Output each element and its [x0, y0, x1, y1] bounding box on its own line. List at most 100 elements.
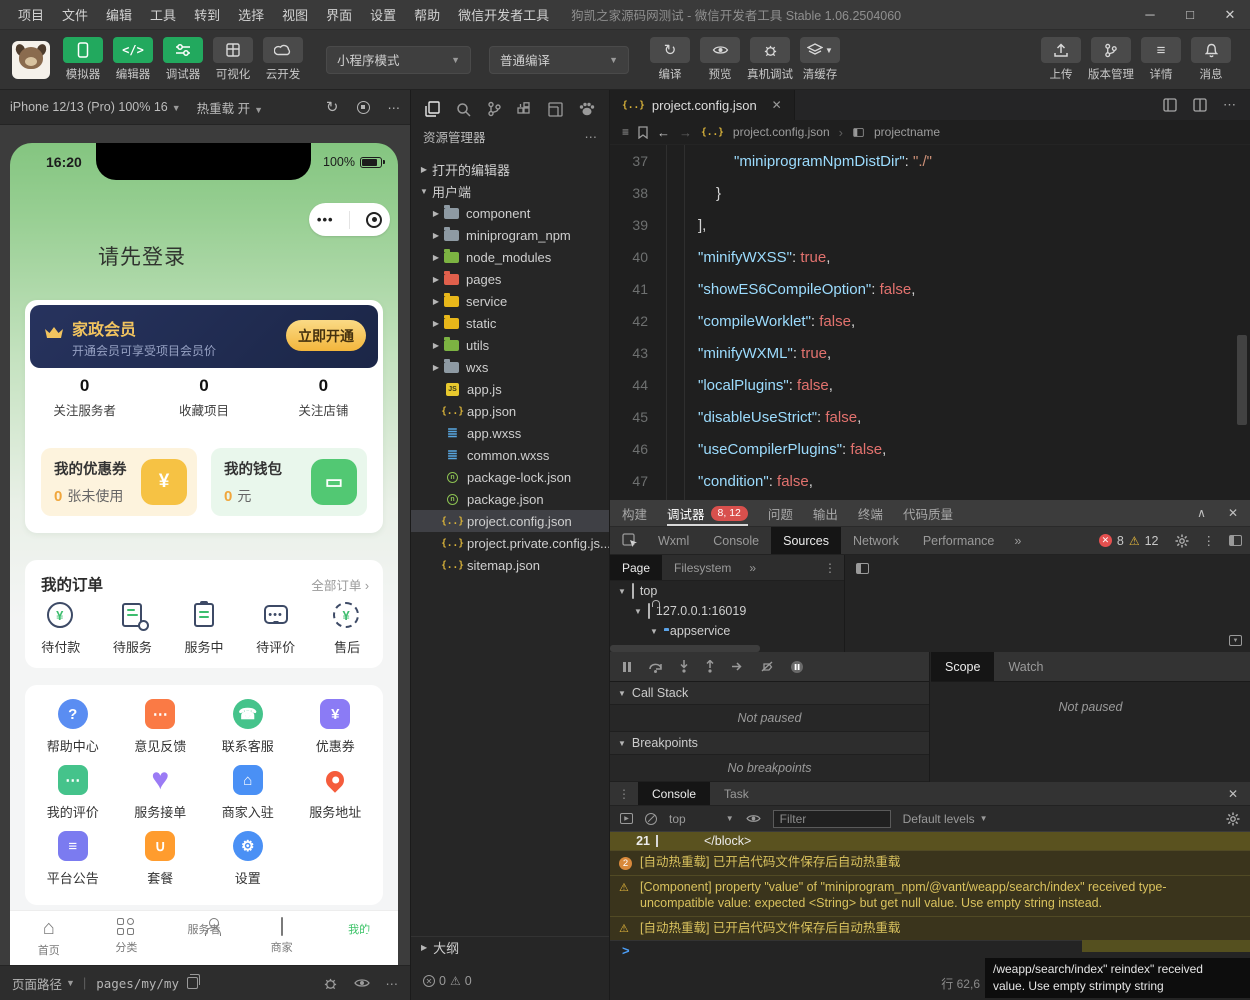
console-code-line[interactable]: 21 </block> [610, 832, 1250, 850]
grid-意见反馈[interactable]: ⋯ 意见反馈 [117, 699, 205, 765]
expand-icon[interactable]: ▼ [1229, 635, 1242, 646]
panel-tab-调试器[interactable]: 调试器 8, 12 [667, 500, 748, 526]
grid-设置[interactable]: ⚙ 设置 [204, 831, 292, 897]
toolbar-button-云开发[interactable]: 云开发 [258, 37, 308, 82]
all-orders-link[interactable]: 全部订单 › [311, 575, 369, 594]
card-我的优惠券[interactable]: 我的优惠券 0 张未使用 ¥ [41, 448, 197, 516]
devtools-tab-Console[interactable]: Console [701, 527, 771, 554]
more-icon[interactable]: ⋯ [1223, 97, 1236, 113]
grid-商家入驻[interactable]: ⌂ 商家入驻 [204, 765, 292, 831]
grid-平台公告[interactable]: ≡ 平台公告 [29, 831, 117, 897]
user-avatar[interactable] [12, 40, 50, 79]
pause-icon[interactable] [622, 661, 632, 673]
kebab-menu-icon[interactable]: ⋮ [610, 787, 638, 801]
grid-服务接单[interactable]: ♥ 服务接单 [117, 763, 205, 831]
tab-分类[interactable]: 分类 [88, 911, 166, 965]
refresh-icon[interactable]: ↻ [326, 98, 339, 116]
menu-转到[interactable]: 转到 [186, 2, 228, 27]
panel-tab-代码质量[interactable]: 代码质量 [903, 500, 953, 526]
menu-文件[interactable]: 文件 [54, 2, 96, 27]
tab-服务者[interactable]: 服务者 [165, 911, 243, 965]
pause-on-exceptions-icon[interactable] [790, 660, 804, 674]
dock-side-icon[interactable] [1229, 535, 1242, 546]
collapse-panel-icon[interactable]: ∧ [1197, 506, 1206, 520]
more-icon[interactable]: ⋯ [585, 129, 598, 144]
toolbar-button-消息[interactable]: 消息 [1186, 37, 1236, 82]
tree-item-package.json[interactable]: n package.json [411, 488, 609, 510]
editor-scrollbar[interactable] [1237, 335, 1247, 425]
extensions-icon[interactable] [517, 101, 532, 117]
card-我的钱包[interactable]: 我的钱包 0 元 ▭ [211, 448, 367, 516]
tree-item-common.wxss[interactable]: ≣ common.wxss [411, 444, 609, 466]
grid-我的评价[interactable]: ⋯ 我的评价 [29, 765, 117, 831]
toolbar-button-预览[interactable]: 预览 [695, 37, 745, 82]
console-message[interactable]: 2 [自动热重载] 已开启代码文件保存后自动热重载 [610, 850, 1250, 875]
call-stack-header[interactable]: ▼ Call Stack [610, 682, 929, 705]
stat-关注服务者[interactable]: 0 关注服务者 [25, 376, 144, 419]
stat-关注店铺[interactable]: 0 关注店铺 [264, 376, 383, 419]
outline-section[interactable]: ▶ 大纲 [411, 936, 609, 958]
gear-icon[interactable] [1175, 534, 1189, 548]
tree-item-utils[interactable]: ▶ utils [411, 334, 609, 356]
grid-服务地址[interactable]: 服务地址 [292, 765, 380, 831]
order-售后[interactable]: ¥ 售后 [311, 602, 383, 656]
compile-mode-select[interactable]: 普通编译 ▼ [489, 45, 629, 74]
sources-pane-tab-Filesystem[interactable]: Filesystem [662, 555, 743, 580]
page-path-label[interactable]: 页面路径 [12, 974, 62, 993]
mode-select[interactable]: 小程序模式 ▼ [326, 45, 471, 74]
more-icon[interactable]: ⋯ [386, 976, 399, 991]
tree-item-static[interactable]: ▶ static [411, 312, 609, 334]
grid-套餐[interactable]: ∪ 套餐 [117, 831, 205, 897]
devtools-tab-Sources[interactable]: Sources [771, 527, 841, 554]
tab-project-config-json[interactable]: {..} project.config.json ✕ [610, 90, 795, 120]
filter-input[interactable]: Filter [772, 809, 891, 828]
maximize-button[interactable]: □ [1170, 0, 1210, 30]
devtools-tab-Wxml[interactable]: Wxml [646, 527, 701, 554]
toolbar-button-详情[interactable]: ≡ 详情 [1136, 37, 1186, 82]
sources-pane-tab-Page[interactable]: Page [610, 555, 663, 580]
split-columns-icon[interactable] [1193, 98, 1207, 112]
bookmark-icon[interactable] [638, 125, 648, 139]
console-message[interactable]: ⚠ [自动热重载] 已开启代码文件保存后自动热重载 [610, 915, 1250, 940]
panel-tab-构建[interactable]: 构建 [622, 500, 647, 526]
menu-设置[interactable]: 设置 [362, 2, 404, 27]
step-icon[interactable] [731, 661, 744, 672]
toolbar-button-模拟器[interactable]: 模拟器 [58, 37, 108, 82]
problems-status[interactable]: ✕ 0 ⚠ 0 [411, 974, 609, 988]
toolbar-button-编译[interactable]: ↻ 编译 [645, 37, 695, 82]
menu-帮助[interactable]: 帮助 [406, 2, 448, 27]
menu-项目[interactable]: 项目 [10, 2, 52, 27]
breadcrumb-file[interactable]: project.config.json [733, 125, 830, 139]
panel-tab-问题[interactable]: 问题 [768, 500, 793, 526]
warning-badge-icon[interactable]: ⚠ [1129, 534, 1140, 548]
hot-reload-toggle[interactable]: 热重载 开 ▼ [197, 98, 263, 117]
console-sidebar-icon[interactable]: ▶ [620, 813, 633, 824]
tab-Watch[interactable]: Watch [994, 652, 1057, 681]
order-待付款[interactable]: ¥ 待付款 [25, 602, 97, 656]
toolbar-button-上传[interactable]: 上传 [1036, 37, 1086, 82]
sources-tree-127.0.0.1:16019[interactable]: ▼ 127.0.0.1:16019 [610, 601, 844, 621]
more-dots-icon[interactable]: ••• [317, 212, 334, 227]
search-icon[interactable] [456, 102, 471, 117]
console-message[interactable]: ⚠ [Component] property "value" of "minipr… [610, 874, 1250, 916]
tree-item-package-lock.json[interactable]: n package-lock.json [411, 466, 609, 488]
log-levels-select[interactable]: Default levels ▼ [903, 812, 988, 826]
sources-tree-appservice[interactable]: ▼ appservice [610, 621, 844, 641]
capsule-target-icon[interactable] [366, 211, 383, 228]
stop-icon[interactable] [356, 100, 370, 114]
paw-icon[interactable] [579, 102, 595, 116]
toolbar-button-编辑器[interactable]: </> 编辑器 [108, 37, 158, 82]
tab-我的[interactable]: 我的 [320, 911, 398, 965]
tab-首页[interactable]: ⌂ 首页 [10, 911, 88, 965]
source-control-icon[interactable] [487, 101, 502, 117]
console-tab-Task[interactable]: Task [710, 782, 763, 805]
step-into-icon[interactable] [679, 660, 689, 673]
split-editor-icon[interactable] [1163, 98, 1177, 112]
tree-item-pages[interactable]: ▶ pages [411, 268, 609, 290]
order-服务中[interactable]: 服务中 [168, 601, 240, 656]
sources-tree-top[interactable]: ▼ top [610, 581, 844, 601]
toolbar-button-调试器[interactable]: 调试器 [158, 37, 208, 82]
device-select[interactable]: iPhone 12/13 (Pro) 100% 16 ▼ [10, 100, 181, 114]
open-membership-button[interactable]: 立即开通 [286, 320, 366, 351]
tree-item-wxs[interactable]: ▶ wxs [411, 356, 609, 378]
